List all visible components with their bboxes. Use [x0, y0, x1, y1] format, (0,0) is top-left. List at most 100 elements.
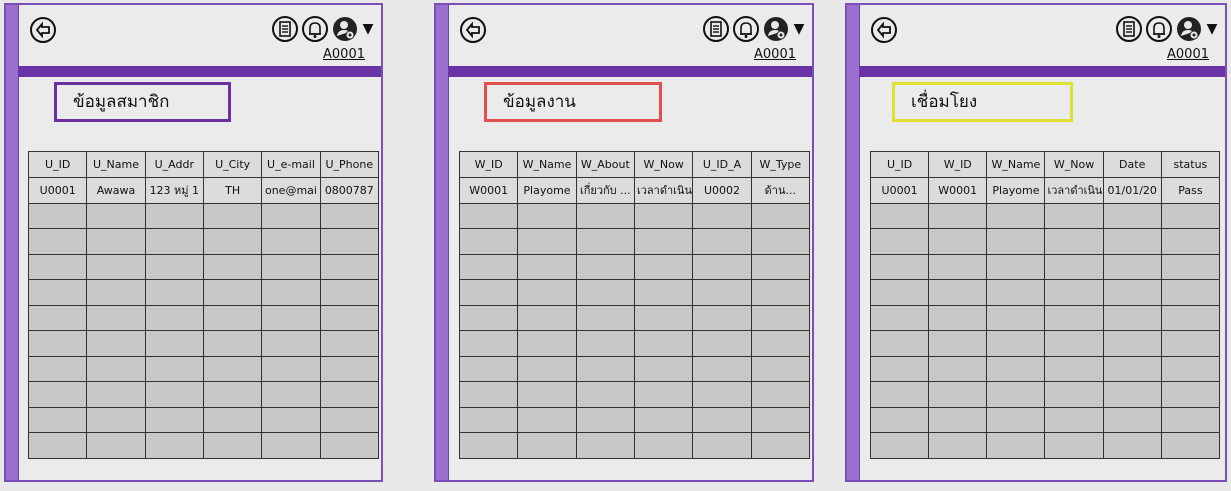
empty-table-cell[interactable]	[261, 253, 321, 280]
empty-table-cell[interactable]	[1102, 304, 1162, 331]
empty-table-cell[interactable]	[869, 202, 930, 229]
empty-table-cell[interactable]	[144, 304, 204, 331]
empty-table-cell[interactable]	[986, 381, 1046, 408]
bell-icon[interactable]	[732, 15, 760, 43]
empty-table-cell[interactable]	[1044, 406, 1104, 433]
empty-table-cell[interactable]	[517, 279, 577, 306]
empty-table-cell[interactable]	[750, 228, 811, 255]
empty-table-row[interactable]	[27, 432, 380, 459]
empty-table-cell[interactable]	[1160, 304, 1221, 331]
empty-table-cell[interactable]	[1160, 432, 1221, 459]
column-header[interactable]: W_Now	[1044, 151, 1104, 178]
empty-table-cell[interactable]	[633, 253, 694, 280]
column-header[interactable]: U_ID_A	[692, 151, 752, 178]
empty-table-row[interactable]	[869, 355, 1221, 382]
empty-table-row[interactable]	[458, 381, 811, 408]
empty-table-cell[interactable]	[1160, 355, 1221, 382]
empty-table-cell[interactable]	[27, 202, 88, 229]
empty-table-cell[interactable]	[928, 330, 988, 357]
empty-table-cell[interactable]	[27, 355, 88, 382]
empty-table-cell[interactable]	[575, 253, 635, 280]
column-header[interactable]: status	[1160, 151, 1221, 178]
caret-down-icon[interactable]: ▼	[361, 21, 375, 37]
empty-table-cell[interactable]	[86, 202, 146, 229]
empty-table-row[interactable]	[458, 406, 811, 433]
empty-table-cell[interactable]	[27, 253, 88, 280]
empty-table-cell[interactable]	[575, 381, 635, 408]
empty-table-cell[interactable]	[692, 279, 752, 306]
empty-table-cell[interactable]	[869, 279, 930, 306]
empty-table-cell[interactable]	[202, 304, 263, 331]
empty-table-cell[interactable]	[928, 432, 988, 459]
empty-table-cell[interactable]	[986, 202, 1046, 229]
empty-table-cell[interactable]	[869, 432, 930, 459]
empty-table-cell[interactable]	[1160, 228, 1221, 255]
empty-table-cell[interactable]	[458, 406, 519, 433]
empty-table-cell[interactable]	[86, 406, 146, 433]
empty-table-row[interactable]	[27, 228, 380, 255]
empty-table-cell[interactable]	[319, 330, 380, 357]
empty-table-cell[interactable]	[633, 304, 694, 331]
empty-table-cell[interactable]	[517, 304, 577, 331]
empty-table-cell[interactable]	[575, 279, 635, 306]
back-icon[interactable]	[869, 15, 899, 45]
empty-table-cell[interactable]	[27, 406, 88, 433]
table-row[interactable]: W0001 Playome เกี่ยวกับ ... เวลาดำเนิน U…	[458, 177, 811, 204]
empty-table-cell[interactable]	[928, 355, 988, 382]
empty-table-cell[interactable]	[986, 253, 1046, 280]
empty-table-row[interactable]	[869, 330, 1221, 357]
empty-table-cell[interactable]	[517, 355, 577, 382]
empty-table-cell[interactable]	[575, 228, 635, 255]
empty-table-cell[interactable]	[86, 330, 146, 357]
empty-table-cell[interactable]	[1160, 406, 1221, 433]
empty-table-cell[interactable]	[458, 432, 519, 459]
empty-table-cell[interactable]	[86, 304, 146, 331]
empty-table-cell[interactable]	[27, 381, 88, 408]
empty-table-row[interactable]	[869, 406, 1221, 433]
empty-table-cell[interactable]	[1102, 279, 1162, 306]
empty-table-cell[interactable]	[144, 279, 204, 306]
empty-table-cell[interactable]	[202, 330, 263, 357]
empty-table-cell[interactable]	[633, 330, 694, 357]
empty-table-cell[interactable]	[1102, 381, 1162, 408]
empty-table-cell[interactable]	[750, 330, 811, 357]
empty-table-cell[interactable]	[986, 355, 1046, 382]
empty-table-cell[interactable]	[517, 330, 577, 357]
empty-table-cell[interactable]	[633, 202, 694, 229]
empty-table-cell[interactable]	[1160, 330, 1221, 357]
empty-table-cell[interactable]	[633, 432, 694, 459]
empty-table-cell[interactable]	[928, 202, 988, 229]
empty-table-cell[interactable]	[517, 228, 577, 255]
empty-table-cell[interactable]	[575, 330, 635, 357]
empty-table-row[interactable]	[27, 202, 380, 229]
table-row[interactable]: U0001 Awawa 123 หมู่ 1 TH one@mai 080078…	[27, 177, 380, 204]
table-cell[interactable]: W0001	[928, 177, 988, 204]
empty-table-cell[interactable]	[319, 406, 380, 433]
empty-table-cell[interactable]	[633, 228, 694, 255]
empty-table-cell[interactable]	[692, 228, 752, 255]
bell-icon[interactable]	[301, 15, 329, 43]
empty-table-cell[interactable]	[575, 304, 635, 331]
column-header[interactable]: W_Type	[750, 151, 811, 178]
empty-table-cell[interactable]	[458, 304, 519, 331]
empty-table-cell[interactable]	[692, 304, 752, 331]
empty-table-cell[interactable]	[1044, 228, 1104, 255]
document-icon[interactable]	[702, 15, 730, 43]
empty-table-cell[interactable]	[575, 355, 635, 382]
empty-table-row[interactable]	[27, 406, 380, 433]
empty-table-cell[interactable]	[1044, 202, 1104, 229]
empty-table-cell[interactable]	[1102, 202, 1162, 229]
empty-table-cell[interactable]	[202, 279, 263, 306]
user-code-link[interactable]: A0001	[1167, 47, 1209, 62]
empty-table-cell[interactable]	[633, 355, 694, 382]
table-cell[interactable]: U0001	[27, 177, 88, 204]
empty-table-row[interactable]	[27, 355, 380, 382]
empty-table-cell[interactable]	[692, 330, 752, 357]
empty-table-cell[interactable]	[928, 253, 988, 280]
user-code-link[interactable]: A0001	[754, 47, 796, 62]
empty-table-cell[interactable]	[928, 304, 988, 331]
user-settings-icon[interactable]	[762, 15, 790, 43]
column-header[interactable]: W_Name	[517, 151, 577, 178]
table-cell[interactable]: W0001	[458, 177, 519, 204]
empty-table-row[interactable]	[27, 279, 380, 306]
